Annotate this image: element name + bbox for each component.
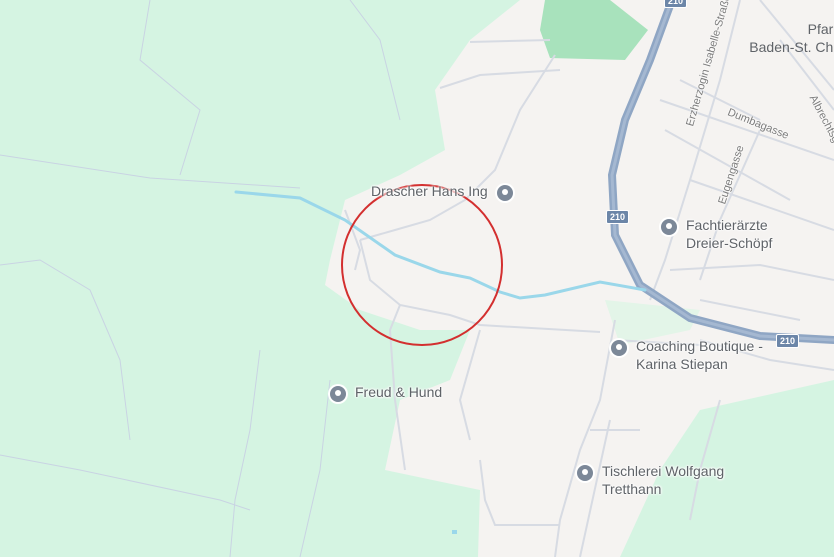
map-pin-icon [328,384,348,404]
road-shield: 210 [664,0,688,8]
map-pin-icon [659,217,679,237]
poi-label: Drascher Hans Ing [371,183,488,199]
poi-drascher-hans-ing[interactable]: Drascher Hans Ing [371,182,516,204]
poi-fachtieraerzte[interactable]: Fachtierärzte Dreier-Schöpf [658,216,786,252]
poi-coaching-boutique[interactable]: Coaching Boutique - Karina Stiepan [608,337,766,373]
map-pin-icon [609,338,629,358]
poi-label: Freud & Hund [355,384,443,400]
poi-label: Tischlerei Wolfgang Tretthann [602,463,725,497]
poi-label: Coaching Boutique - Karina Stiepan [636,338,763,372]
park-area [540,0,648,60]
road-shield: 210 [776,334,800,348]
area-label-line: Pfarr [807,21,834,37]
poi-freud-und-hund[interactable]: Freud & Hund [327,383,442,405]
poi-tischlerei-tretthann[interactable]: Tischlerei Wolfgang Tretthann [574,462,742,498]
map-canvas[interactable]: 210 210 210 Erzherzogin Isabelle-Straße … [0,0,834,557]
area-label-line: Baden-St. Chr [749,39,834,55]
map-pin-icon [575,463,595,483]
map-pin-icon [494,183,515,203]
area-label: Pfarr Baden-St. Chr [748,20,834,56]
forest-area [0,0,520,557]
road-shield: 210 [606,210,630,224]
poi-label: Fachtierärzte Dreier-Schöpf [686,217,773,251]
